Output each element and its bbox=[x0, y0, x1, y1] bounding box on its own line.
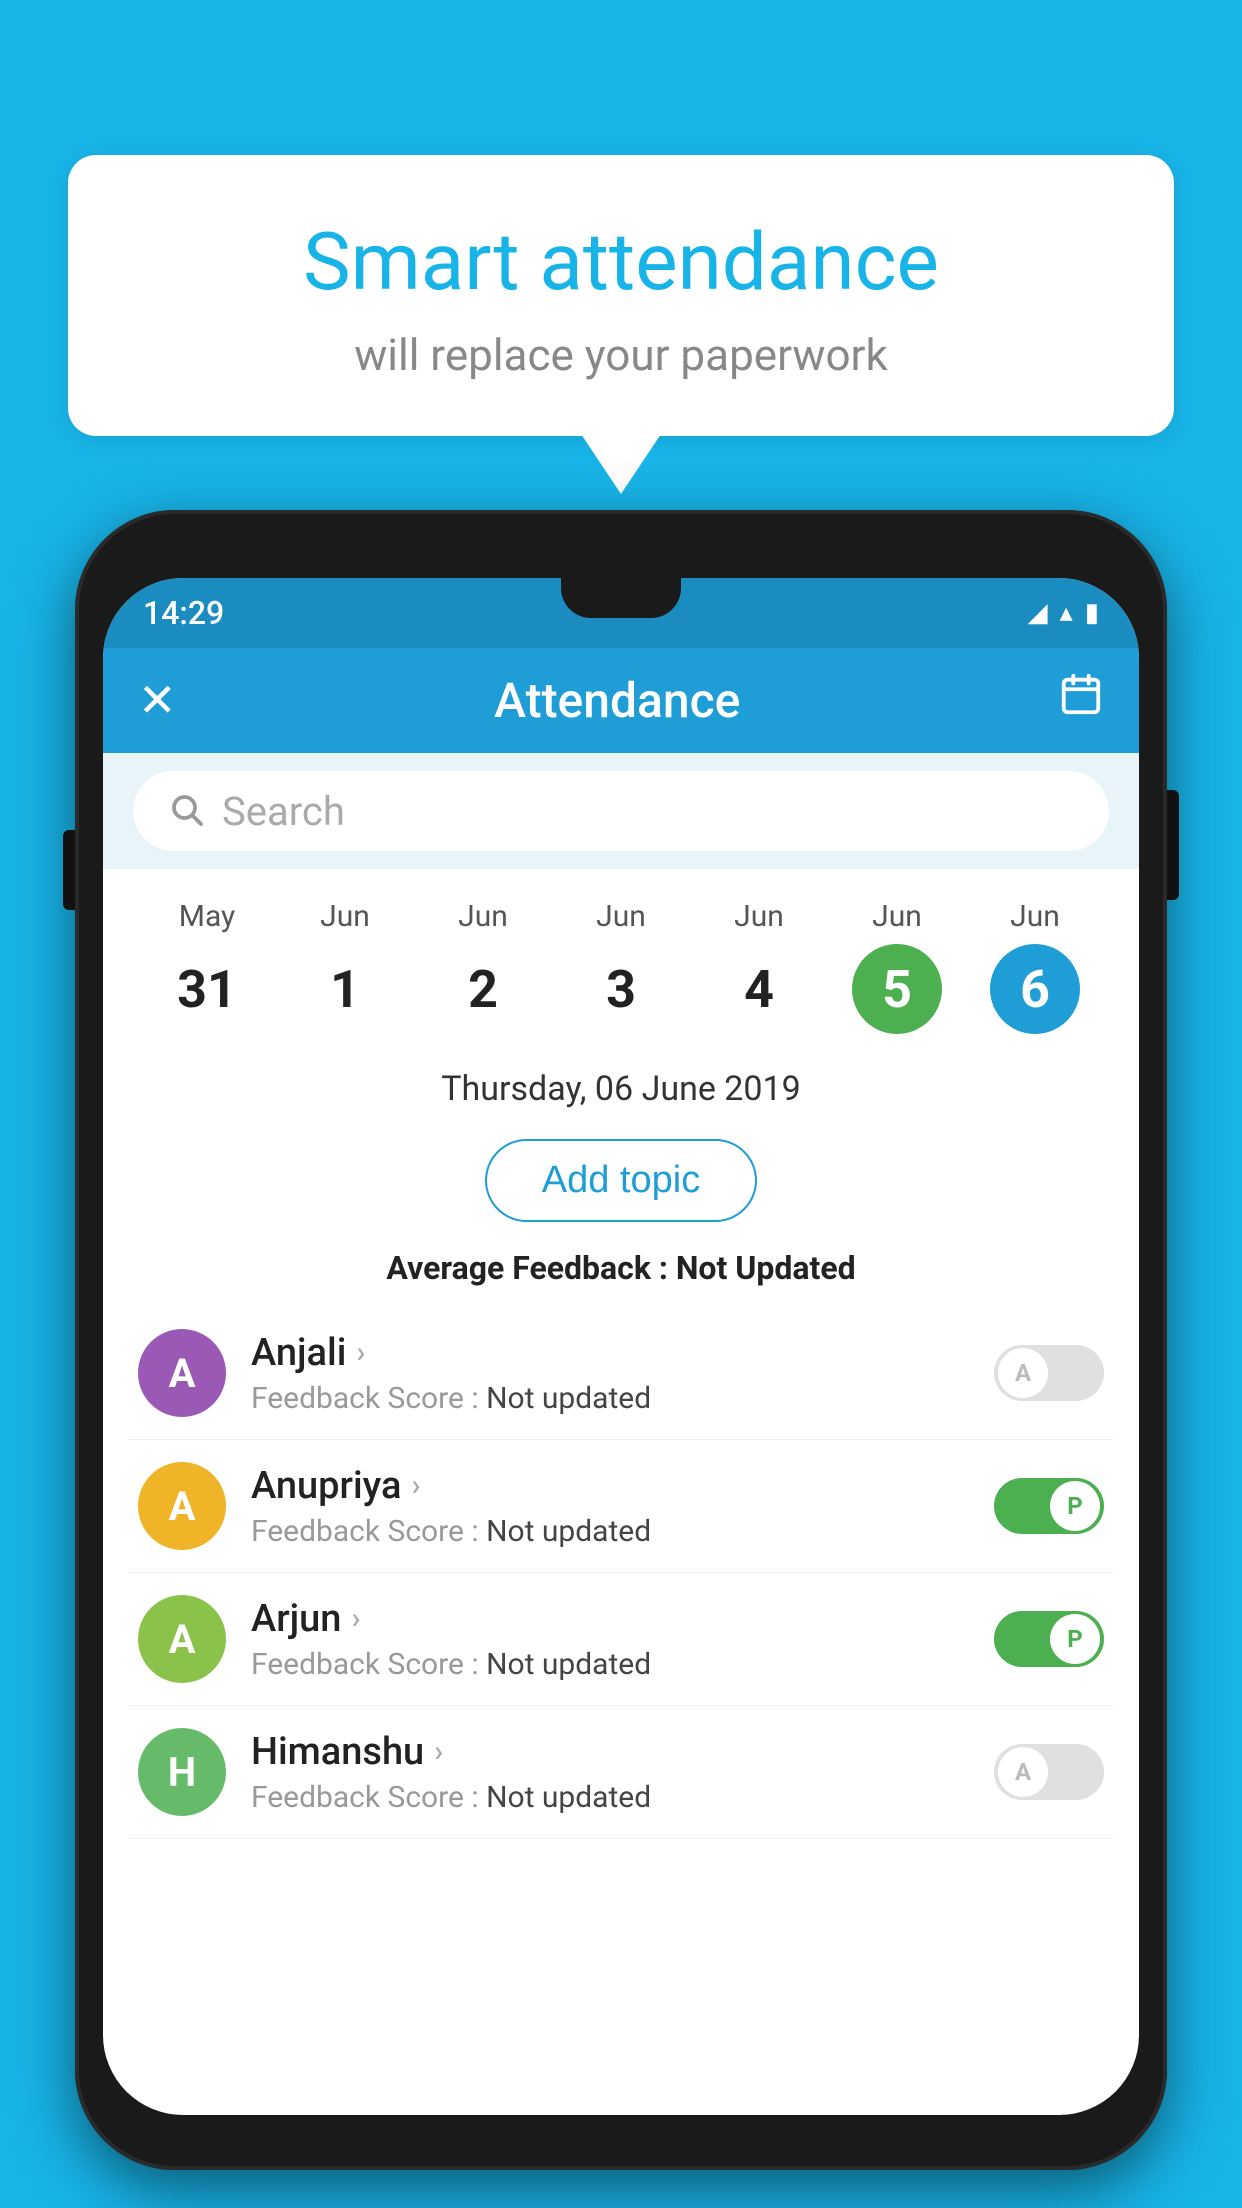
attendance-toggle-arjun[interactable]: P bbox=[994, 1611, 1104, 1667]
phone-frame: 14:29 ◢ ▴ ▮ ✕ Attendance bbox=[75, 510, 1167, 2170]
phone-power-button bbox=[1167, 790, 1179, 900]
student-info-arjun: Arjun › Feedback Score : Not updated bbox=[251, 1597, 994, 1682]
toggle-himanshu[interactable]: A bbox=[994, 1744, 1104, 1800]
avatar-himanshu: H bbox=[138, 1728, 226, 1816]
calendar-icon[interactable] bbox=[1058, 672, 1104, 729]
selected-date-label: Thursday, 06 June 2019 bbox=[103, 1054, 1139, 1129]
phone-screen: 14:29 ◢ ▴ ▮ ✕ Attendance bbox=[103, 578, 1139, 2115]
attendance-toggle-anupriya[interactable]: P bbox=[994, 1478, 1104, 1534]
add-topic-button[interactable]: Add topic bbox=[485, 1139, 757, 1222]
student-item-anupriya[interactable]: A Anupriya › Feedback Score : Not update… bbox=[128, 1440, 1114, 1573]
student-info-anupriya: Anupriya › Feedback Score : Not updated bbox=[251, 1464, 994, 1549]
chevron-right-icon: › bbox=[434, 1734, 443, 1769]
app-toolbar: ✕ Attendance bbox=[103, 648, 1139, 753]
chevron-right-icon: › bbox=[411, 1468, 420, 1503]
toggle-anupriya[interactable]: P bbox=[994, 1478, 1104, 1534]
avatar-anupriya: A bbox=[138, 1462, 226, 1550]
attendance-toggle-himanshu[interactable]: A bbox=[994, 1744, 1104, 1800]
student-info-anjali: Anjali › Feedback Score : Not updated bbox=[251, 1331, 994, 1416]
speech-bubble: Smart attendance will replace your paper… bbox=[68, 155, 1174, 436]
date-jun-3[interactable]: Jun 3 bbox=[561, 899, 681, 1034]
avatar-arjun: A bbox=[138, 1595, 226, 1683]
avg-feedback: Average Feedback : Not Updated bbox=[103, 1244, 1139, 1307]
battery-icon: ▮ bbox=[1085, 598, 1099, 628]
student-list: A Anjali › Feedback Score : Not updated … bbox=[103, 1307, 1139, 1839]
student-item-arjun[interactable]: A Arjun › Feedback Score : Not updated P bbox=[128, 1573, 1114, 1706]
date-may-31[interactable]: May 31 bbox=[147, 899, 267, 1034]
status-time: 14:29 bbox=[143, 594, 224, 632]
toolbar-title: Attendance bbox=[177, 672, 1058, 729]
attendance-toggle-anjali[interactable]: A bbox=[994, 1345, 1104, 1401]
date-jun-1[interactable]: Jun 1 bbox=[285, 899, 405, 1034]
speech-bubble-container: Smart attendance will replace your paper… bbox=[68, 155, 1174, 494]
speech-bubble-tail bbox=[581, 434, 661, 494]
date-jun-6[interactable]: Jun 6 bbox=[975, 899, 1095, 1034]
student-info-himanshu: Himanshu › Feedback Score : Not updated bbox=[251, 1730, 994, 1815]
toggle-arjun[interactable]: P bbox=[994, 1611, 1104, 1667]
student-item-anjali[interactable]: A Anjali › Feedback Score : Not updated … bbox=[128, 1307, 1114, 1440]
search-icon bbox=[168, 791, 204, 831]
phone-volume-button bbox=[63, 830, 75, 910]
search-placeholder: Search bbox=[222, 788, 345, 835]
chevron-right-icon: › bbox=[351, 1601, 360, 1636]
phone-frame-container: 14:29 ◢ ▴ ▮ ✕ Attendance bbox=[75, 510, 1167, 2170]
avatar-anjali: A bbox=[138, 1329, 226, 1417]
speech-bubble-subtitle: will replace your paperwork bbox=[148, 329, 1094, 381]
date-jun-4[interactable]: Jun 4 bbox=[699, 899, 819, 1034]
date-jun-5[interactable]: Jun 5 bbox=[837, 899, 957, 1034]
wifi-icon: ◢ bbox=[1028, 598, 1048, 628]
speech-bubble-title: Smart attendance bbox=[148, 215, 1094, 309]
date-jun-2[interactable]: Jun 2 bbox=[423, 899, 543, 1034]
phone-notch bbox=[561, 578, 681, 618]
date-strip: May 31 Jun 1 Jun 2 Jun 3 Jun 4 bbox=[103, 869, 1139, 1054]
toggle-anjali[interactable]: A bbox=[994, 1345, 1104, 1401]
search-container: Search bbox=[103, 753, 1139, 869]
chevron-right-icon: › bbox=[356, 1335, 365, 1370]
signal-icon: ▴ bbox=[1060, 598, 1073, 628]
add-topic-container: Add topic bbox=[103, 1129, 1139, 1244]
status-icons: ◢ ▴ ▮ bbox=[1028, 598, 1099, 628]
student-item-himanshu[interactable]: H Himanshu › Feedback Score : Not update… bbox=[128, 1706, 1114, 1839]
close-button[interactable]: ✕ bbox=[138, 673, 177, 728]
search-bar[interactable]: Search bbox=[133, 771, 1109, 851]
